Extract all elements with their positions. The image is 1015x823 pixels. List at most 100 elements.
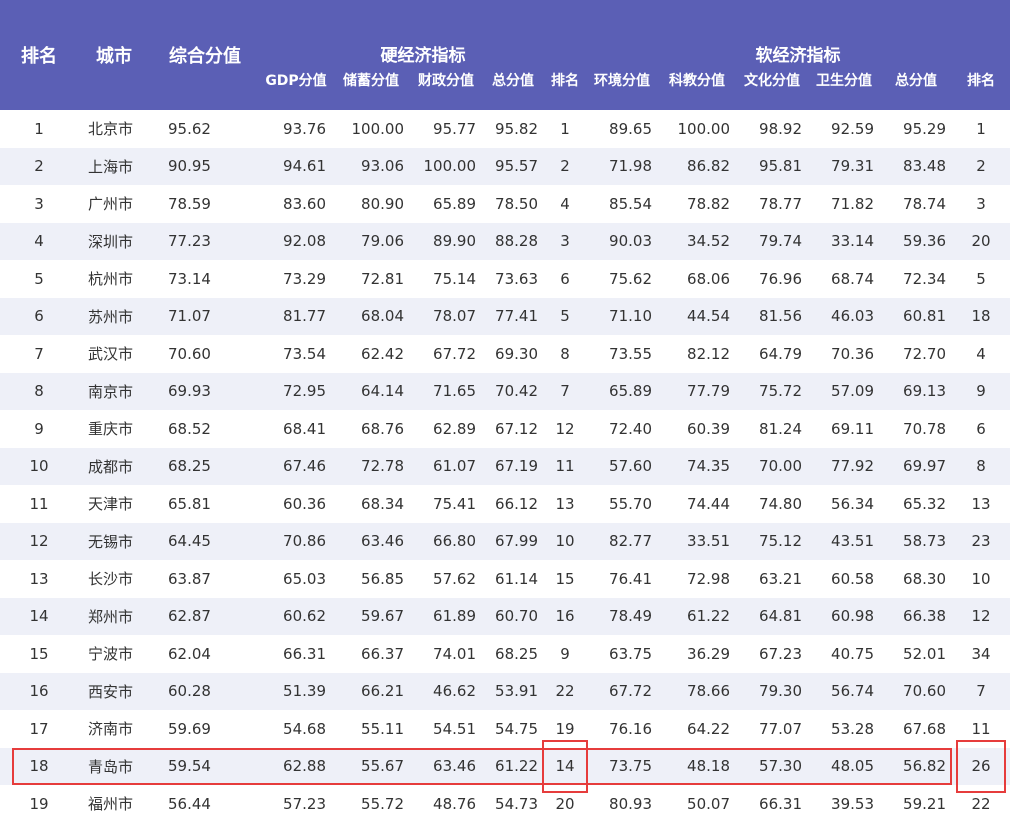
cell-soft-total-score: 95.29 (880, 110, 952, 148)
cell-soft-rank: 22 (952, 785, 1011, 823)
cell-rank: 10 (0, 447, 78, 485)
cell-composite-score: 62.04 (150, 635, 260, 673)
cell-hard-total-score: 95.82 (482, 110, 544, 148)
cell-hard-total-score: 54.75 (482, 710, 544, 748)
cell-savings-score: 59.67 (332, 597, 410, 635)
cell-hard-rank: 1 (544, 110, 586, 148)
cell-city: 成都市 (78, 447, 150, 485)
cell-savings-score: 80.90 (332, 185, 410, 223)
cell-education-score: 78.82 (658, 185, 736, 223)
cell-city: 杭州市 (78, 260, 150, 298)
cell-savings-score: 93.06 (332, 147, 410, 185)
cell-education-score: 64.22 (658, 710, 736, 748)
cell-culture-score: 76.96 (736, 260, 808, 298)
cell-soft-rank: 3 (952, 185, 1011, 223)
cell-hard-rank: 2 (544, 147, 586, 185)
table-header: 排名 城市 综合分值 硬经济指标 软经济指标 GDP分值 储蓄分值 财政分值 总… (0, 0, 1011, 110)
cell-city: 西安市 (78, 672, 150, 710)
cell-environment-score: 90.03 (586, 222, 658, 260)
cell-hard-rank: 10 (544, 522, 586, 560)
cell-culture-score: 77.07 (736, 710, 808, 748)
cell-composite-score: 69.93 (150, 372, 260, 410)
cell-soft-total-score: 72.34 (880, 260, 952, 298)
cell-culture-score: 98.92 (736, 110, 808, 148)
cell-education-score: 33.51 (658, 522, 736, 560)
cell-gdp-score: 81.77 (260, 297, 332, 335)
cell-fiscal-score: 66.80 (410, 522, 482, 560)
cell-education-score: 50.07 (658, 785, 736, 823)
cell-city: 青岛市 (78, 747, 150, 785)
header-environment-score: 环境分值 (586, 68, 658, 110)
cell-hard-total-score: 70.42 (482, 372, 544, 410)
cell-education-score: 77.79 (658, 372, 736, 410)
cell-hard-total-score: 54.73 (482, 785, 544, 823)
table-row: 4 深圳市 77.23 92.08 79.06 89.90 88.28 3 90.03 34.52… (0, 222, 1011, 260)
cell-rank: 15 (0, 635, 78, 673)
cell-hard-rank: 6 (544, 260, 586, 298)
cell-environment-score: 85.54 (586, 185, 658, 223)
cell-rank: 6 (0, 297, 78, 335)
cell-culture-score: 75.72 (736, 372, 808, 410)
cell-rank: 14 (0, 597, 78, 635)
cell-hard-total-score: 68.25 (482, 635, 544, 673)
cell-gdp-score: 70.86 (260, 522, 332, 560)
cell-gdp-score: 92.08 (260, 222, 332, 260)
cell-hard-rank: 8 (544, 335, 586, 373)
cell-environment-score: 67.72 (586, 672, 658, 710)
cell-environment-score: 65.89 (586, 372, 658, 410)
header-city: 城市 (78, 0, 150, 110)
cell-culture-score: 64.79 (736, 335, 808, 373)
cell-fiscal-score: 61.07 (410, 447, 482, 485)
cell-composite-score: 90.95 (150, 147, 260, 185)
header-soft-economy-group: 软经济指标 (586, 0, 1011, 68)
cell-gdp-score: 94.61 (260, 147, 332, 185)
cell-hard-total-score: 73.63 (482, 260, 544, 298)
cell-fiscal-score: 54.51 (410, 710, 482, 748)
cell-composite-score: 59.69 (150, 710, 260, 748)
cell-fiscal-score: 95.77 (410, 110, 482, 148)
cell-soft-total-score: 65.32 (880, 485, 952, 523)
cell-health-score: 60.98 (808, 597, 880, 635)
cell-health-score: 33.14 (808, 222, 880, 260)
cell-soft-rank: 34 (952, 635, 1011, 673)
cell-culture-score: 70.00 (736, 447, 808, 485)
cell-hard-total-score: 67.19 (482, 447, 544, 485)
cell-hard-total-score: 66.12 (482, 485, 544, 523)
cell-health-score: 60.58 (808, 560, 880, 598)
cell-soft-total-score: 68.30 (880, 560, 952, 598)
header-hard-total-score: 总分值 (482, 68, 544, 110)
cell-city: 天津市 (78, 485, 150, 523)
cell-hard-total-score: 61.22 (482, 747, 544, 785)
cell-savings-score: 72.81 (332, 260, 410, 298)
cell-savings-score: 66.21 (332, 672, 410, 710)
cell-soft-total-score: 70.60 (880, 672, 952, 710)
cell-city: 上海市 (78, 147, 150, 185)
cell-gdp-score: 67.46 (260, 447, 332, 485)
cell-savings-score: 55.72 (332, 785, 410, 823)
cell-environment-score: 76.16 (586, 710, 658, 748)
cell-environment-score: 80.93 (586, 785, 658, 823)
table-row: 19 福州市 56.44 57.23 55.72 48.76 54.73 20 80.93 50.… (0, 785, 1011, 823)
cell-fiscal-score: 75.41 (410, 485, 482, 523)
cell-health-score: 56.74 (808, 672, 880, 710)
cell-city: 南京市 (78, 372, 150, 410)
cell-soft-rank: 12 (952, 597, 1011, 635)
cell-health-score: 71.82 (808, 185, 880, 223)
cell-health-score: 57.09 (808, 372, 880, 410)
cell-soft-rank: 4 (952, 335, 1011, 373)
cell-health-score: 39.53 (808, 785, 880, 823)
cell-soft-total-score: 56.82 (880, 747, 952, 785)
cell-environment-score: 76.41 (586, 560, 658, 598)
cell-soft-total-score: 69.97 (880, 447, 952, 485)
cell-culture-score: 75.12 (736, 522, 808, 560)
table-row: 2 上海市 90.95 94.61 93.06 100.00 95.57 2 71.98 86.8… (0, 147, 1011, 185)
cell-education-score: 34.52 (658, 222, 736, 260)
cell-fiscal-score: 46.62 (410, 672, 482, 710)
cell-soft-rank: 5 (952, 260, 1011, 298)
cell-rank: 17 (0, 710, 78, 748)
table-body: 1 北京市 95.62 93.76 100.00 95.77 95.82 1 89.65 100.… (0, 110, 1011, 823)
cell-fiscal-score: 71.65 (410, 372, 482, 410)
cell-soft-total-score: 72.70 (880, 335, 952, 373)
header-culture-score: 文化分值 (736, 68, 808, 110)
city-economy-ranking-table: 排名 城市 综合分值 硬经济指标 软经济指标 GDP分值 储蓄分值 财政分值 总… (0, 0, 1011, 823)
